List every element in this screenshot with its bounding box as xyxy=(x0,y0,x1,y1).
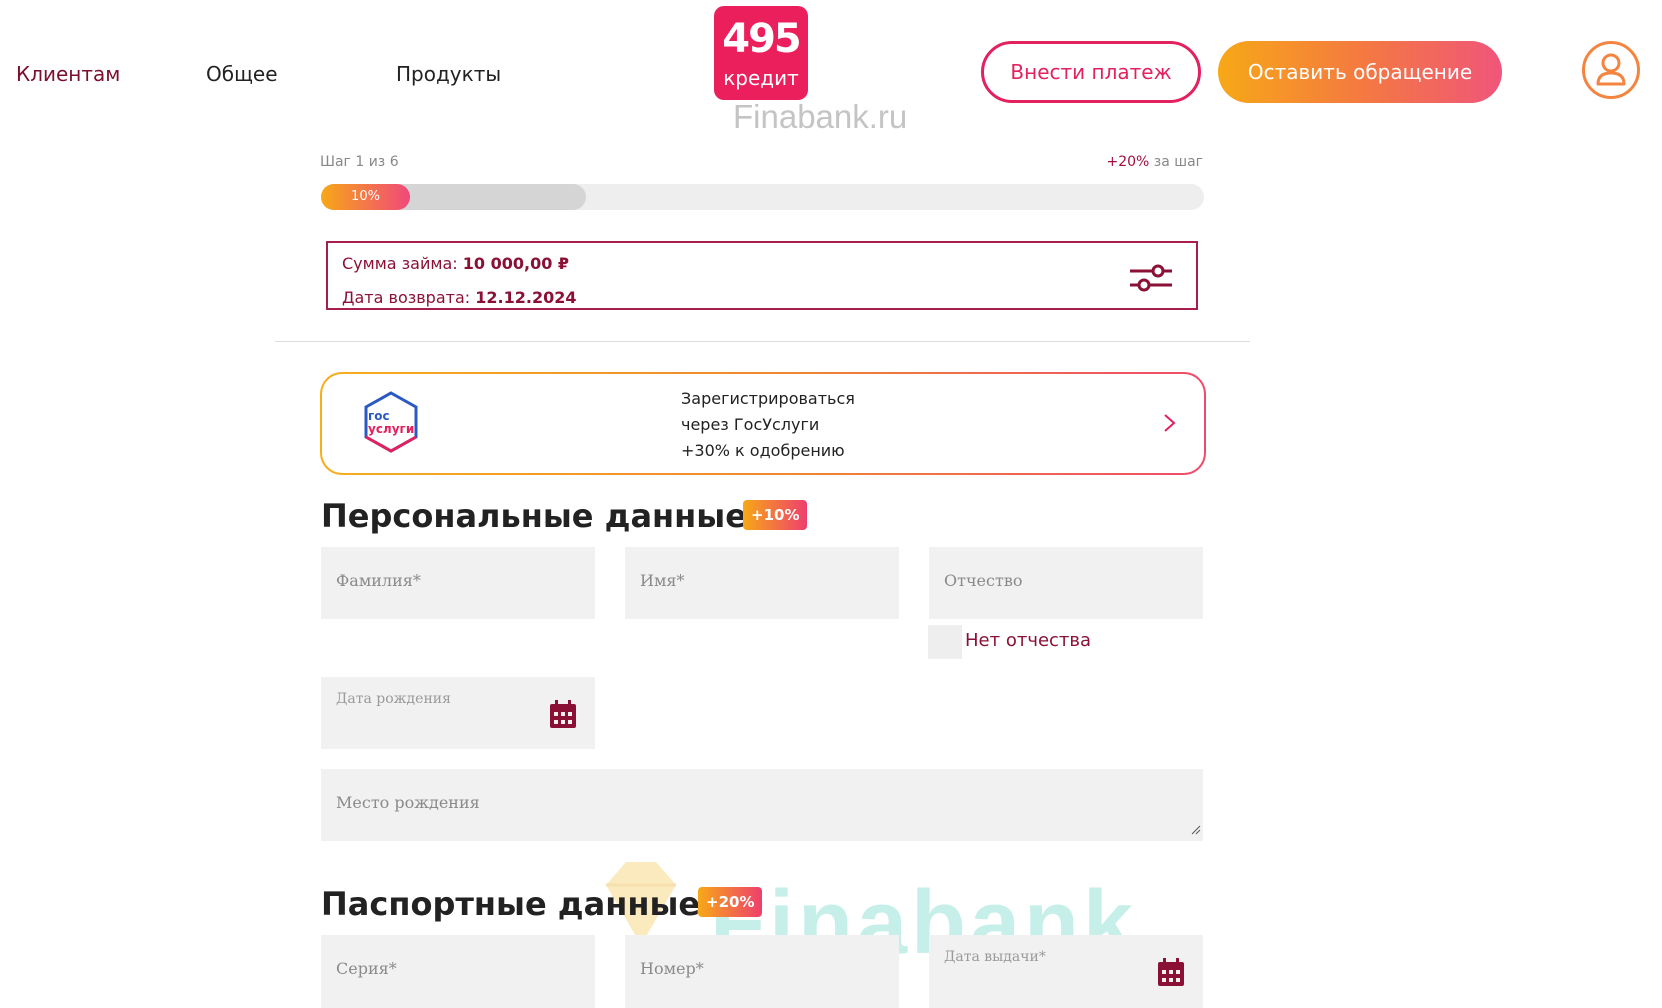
patronymic-field[interactable]: Отчество xyxy=(929,547,1203,619)
user-icon[interactable] xyxy=(1582,41,1640,99)
step-bonus-text: за шаг xyxy=(1149,154,1203,170)
no-patronymic-checkbox[interactable] xyxy=(928,625,962,659)
sliders-icon[interactable] xyxy=(1128,264,1174,292)
birth-place-placeholder: Место рождения xyxy=(336,793,480,812)
surname-placeholder: Фамилия* xyxy=(336,571,421,590)
patronymic-placeholder: Отчество xyxy=(944,571,1023,590)
passport-number-placeholder: Номер* xyxy=(640,959,704,978)
passport-series-field[interactable]: Серия* xyxy=(321,935,595,1008)
passport-data-title: Паспортные данные xyxy=(321,885,701,923)
watermark-top: Finabank.ru xyxy=(733,98,908,135)
progress-fill: 10% xyxy=(321,184,410,210)
calendar-icon[interactable] xyxy=(1157,957,1185,991)
no-patronymic-label[interactable]: Нет отчества xyxy=(965,630,1091,651)
name-field[interactable]: Имя* xyxy=(625,547,899,619)
surname-field[interactable]: Фамилия* xyxy=(321,547,595,619)
gosuslugi-button[interactable]: гос услуги Зарегистрироваться через ГосУ… xyxy=(320,372,1206,475)
step-bonus-pct: +20% xyxy=(1106,154,1150,170)
resize-handle-icon[interactable] xyxy=(1189,820,1201,839)
passport-number-field[interactable]: Номер* xyxy=(625,935,899,1008)
gosuslugi-line-2: через ГосУслуги xyxy=(681,415,820,434)
gosuslugi-line-1: Зарегистрироваться xyxy=(681,389,855,408)
passport-bonus-badge: +20% xyxy=(698,887,763,917)
gosuslugi-text: Зарегистрироваться через ГосУслуги +30% … xyxy=(681,386,855,464)
nav-clients[interactable]: Клиентам xyxy=(16,62,120,86)
logo[interactable]: 495 кредит xyxy=(714,6,808,100)
loan-amount-label: Сумма займа: xyxy=(342,254,458,273)
personal-data-title: Персональные данные xyxy=(321,497,747,535)
birth-place-field[interactable]: Место рождения xyxy=(321,769,1203,841)
issue-date-placeholder: Дата выдачи* xyxy=(944,949,1046,965)
loan-date-value: 12.12.2024 xyxy=(475,288,577,307)
gosuslugi-logo-text-1: гос xyxy=(368,409,390,423)
loan-amount-value: 10 000,00 ₽ xyxy=(462,254,570,273)
loan-date-label: Дата возврата: xyxy=(342,288,471,307)
issue-date-field[interactable]: Дата выдачи* xyxy=(929,935,1203,1008)
nav-products[interactable]: Продукты xyxy=(396,62,501,86)
arrow-right-icon xyxy=(1100,412,1178,438)
user-icon-graphic xyxy=(1596,53,1626,86)
loan-amount: Сумма займа: 10 000,00 ₽ xyxy=(342,254,569,273)
loan-date: Дата возврата: 12.12.2024 xyxy=(342,288,576,307)
appeal-button[interactable]: Оставить обращение xyxy=(1218,41,1502,103)
birth-date-field[interactable]: Дата рождения xyxy=(321,677,595,749)
passport-series-placeholder: Серия* xyxy=(336,959,397,978)
birth-date-placeholder: Дата рождения xyxy=(336,691,451,707)
logo-word: кредит xyxy=(723,66,799,90)
personal-bonus-badge: +10% xyxy=(743,500,808,530)
gosuslugi-logo-text-2: услуги xyxy=(368,422,414,436)
step-label: Шаг 1 из 6 xyxy=(320,154,399,170)
gosuslugi-line-3: +30% к одобрению xyxy=(681,441,845,460)
calendar-icon[interactable] xyxy=(549,699,577,733)
divider xyxy=(275,341,1250,342)
gosuslugi-logo-icon: гос услуги xyxy=(358,390,424,460)
name-placeholder: Имя* xyxy=(640,571,685,590)
step-bonus: +20% за шаг xyxy=(1106,154,1203,170)
logo-number: 495 xyxy=(722,16,802,62)
nav-general[interactable]: Общее xyxy=(206,62,278,86)
pay-button[interactable]: Внести платеж xyxy=(981,41,1201,103)
